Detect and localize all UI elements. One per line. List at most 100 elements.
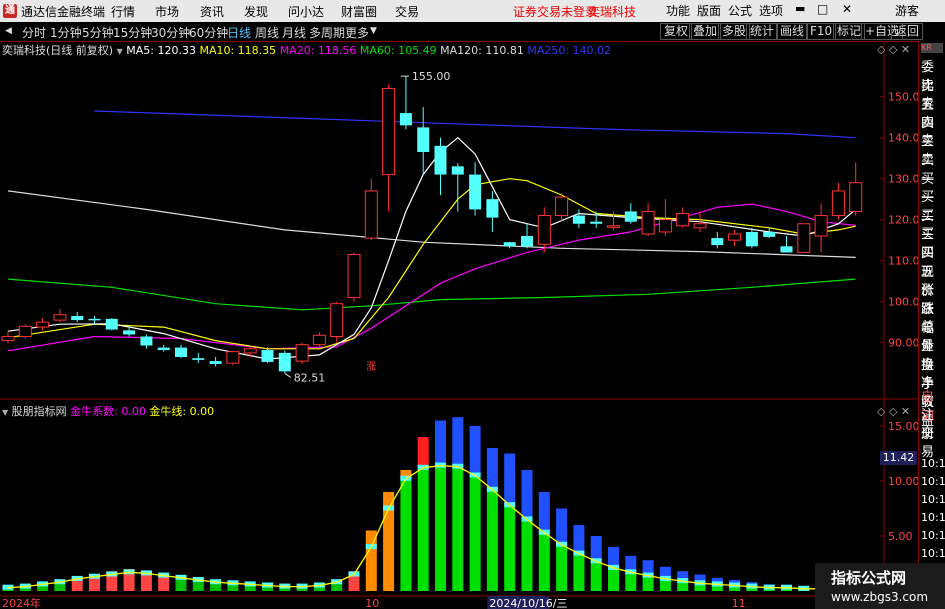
btn-return[interactable]: 返回 bbox=[891, 23, 924, 40]
period-weekly[interactable]: 周线 bbox=[255, 24, 279, 41]
indicator-bar bbox=[521, 519, 533, 591]
price-tick-label: 90.00 bbox=[888, 337, 920, 350]
indicator-bar bbox=[417, 467, 429, 591]
btn-adjust[interactable]: 复权 bbox=[660, 23, 693, 40]
btn-f10[interactable]: F10 bbox=[806, 23, 837, 40]
candle-body bbox=[1, 336, 15, 342]
low-marker-line bbox=[284, 372, 292, 378]
candle-body bbox=[521, 236, 533, 247]
indicator-bar-top bbox=[608, 547, 619, 568]
period-daily[interactable]: 日线 bbox=[227, 24, 251, 41]
candle-body bbox=[434, 145, 447, 175]
coef-label: 金牛系数: bbox=[70, 405, 118, 418]
date-axis-label: 11 bbox=[732, 597, 746, 609]
menu-functions[interactable]: 功能 bbox=[666, 2, 690, 19]
candle-body bbox=[347, 254, 361, 299]
indicator-bar bbox=[538, 532, 550, 591]
indicator-bar-top bbox=[538, 492, 550, 533]
indicator-tick-label: 10.00 bbox=[888, 475, 920, 488]
max-button[interactable]: □ bbox=[817, 2, 828, 16]
side-time: 10:10 bbox=[921, 457, 945, 470]
indicator-bar-top bbox=[435, 420, 446, 466]
side-time: 10:11 bbox=[921, 547, 945, 560]
ma120-line bbox=[7, 190, 856, 258]
menu-formula[interactable]: 公式 bbox=[728, 2, 752, 19]
indicator-tick-label: 5.00 bbox=[888, 530, 913, 543]
btn-stats[interactable]: 统计 bbox=[746, 23, 779, 40]
watermark-url: www.zbgs3.com bbox=[831, 590, 929, 604]
candle-body bbox=[763, 231, 776, 237]
chart-corner-icons[interactable]: ◇ ◇ ✕ bbox=[877, 43, 910, 56]
candle-body bbox=[192, 358, 205, 360]
candle-body bbox=[209, 361, 222, 364]
candle-body bbox=[18, 325, 32, 337]
candle-body bbox=[624, 211, 637, 222]
period-monthly[interactable]: 月线 bbox=[282, 24, 306, 41]
candle-body bbox=[243, 348, 257, 354]
date-axis-label: 2024年 bbox=[2, 596, 41, 609]
coef-value: 0.00 bbox=[121, 405, 146, 418]
title-bar: 通 通达信金融终端 行情 市场 资讯 发现 问小达 财富圈 交易 证券交易未登录… bbox=[0, 0, 945, 23]
period-15min[interactable]: 15分钟 bbox=[113, 24, 152, 41]
btn-draw[interactable]: 画线 bbox=[776, 23, 809, 40]
period-more[interactable]: 更多 bbox=[345, 24, 369, 41]
side-tab-icon[interactable]: KR bbox=[921, 43, 943, 53]
min-button[interactable]: ▬ bbox=[795, 2, 805, 15]
indicator-bar-top bbox=[486, 448, 498, 490]
period-5min[interactable]: 5分钟 bbox=[82, 24, 114, 41]
period-multi[interactable]: 多周期 bbox=[309, 24, 345, 41]
period-tick[interactable]: 分时 bbox=[22, 24, 46, 41]
candle-body bbox=[71, 316, 84, 321]
indicator-tick-label: 15.00 bbox=[888, 420, 920, 433]
dropdown-arrow-icon[interactable]: ▼ bbox=[370, 26, 377, 36]
indicator-bar bbox=[608, 567, 619, 591]
candle-body bbox=[382, 87, 396, 176]
candle-body bbox=[607, 225, 620, 228]
side-time: 10:11 bbox=[921, 493, 945, 506]
ma250-line bbox=[94, 110, 856, 139]
indicator-corner-icons[interactable]: ◇ ◇ ✕ bbox=[877, 405, 910, 418]
menu-quotes[interactable]: 行情 bbox=[111, 3, 135, 20]
indicator-bar-top bbox=[521, 470, 533, 520]
period-1min[interactable]: 1分钟 bbox=[50, 24, 82, 41]
candle-body bbox=[590, 221, 603, 224]
menu-layout[interactable]: 版面 bbox=[697, 2, 721, 19]
legend-ma5: MA5: 120.33 bbox=[126, 44, 196, 57]
menu-fortune[interactable]: 财富圈 bbox=[341, 3, 377, 20]
candle-body bbox=[157, 347, 170, 351]
indicator-arrow-icon[interactable]: ▼ bbox=[2, 408, 8, 417]
app-title: 通达信金融终端 bbox=[21, 5, 106, 19]
main-legend: 奕瑞科技(日线 前复权) ▼ MA5: 120.33 MA10: 118.35 … bbox=[2, 42, 611, 58]
menu-trade[interactable]: 交易 bbox=[395, 3, 419, 20]
period-60min[interactable]: 60分钟 bbox=[189, 24, 228, 41]
indicator-bar bbox=[625, 572, 637, 591]
btn-overlay[interactable]: 叠加 bbox=[689, 23, 722, 40]
watermark: 指标公式网 www.zbgs3.com bbox=[815, 563, 945, 609]
menu-discover[interactable]: 发现 bbox=[244, 3, 268, 20]
period-30min[interactable]: 30分钟 bbox=[151, 24, 190, 41]
indicator-bar-top bbox=[590, 536, 602, 562]
indicator-bar bbox=[504, 505, 516, 591]
side-bottom-item[interactable]: 交易 bbox=[921, 422, 945, 460]
guest-button[interactable]: 游客 bbox=[895, 2, 919, 19]
indicator-bar bbox=[348, 574, 360, 591]
indicator-bar bbox=[123, 572, 135, 591]
legend-arrow-icon[interactable]: ▼ bbox=[117, 47, 123, 56]
close-button[interactable]: ✕ bbox=[842, 2, 852, 16]
login-status[interactable]: 证券交易未登录 bbox=[513, 3, 597, 20]
menu-ask[interactable]: 问小达 bbox=[288, 3, 324, 20]
side-time: 10:11 bbox=[921, 511, 945, 524]
indicator-bar bbox=[642, 575, 654, 591]
menu-news[interactable]: 资讯 bbox=[200, 3, 224, 20]
candle-body bbox=[780, 246, 793, 253]
indicator-bar bbox=[383, 508, 395, 591]
back-arrow-icon[interactable]: ◀ bbox=[5, 26, 12, 36]
period-toolbar: ◀ 分时 1分钟 5分钟 15分钟 30分钟 60分钟 日线 周线 月线 多周期… bbox=[0, 22, 945, 42]
menu-options[interactable]: 选项 bbox=[759, 2, 783, 19]
kline-chart[interactable]: 150.00140.00130.00120.00110.00100.0090.0… bbox=[0, 41, 945, 609]
indicator-bar-top bbox=[556, 508, 568, 545]
candle-body bbox=[658, 219, 672, 233]
candle-body bbox=[140, 336, 153, 346]
legend-ma60: MA60: 105.49 bbox=[359, 44, 437, 57]
menu-market[interactable]: 市场 bbox=[155, 3, 179, 20]
